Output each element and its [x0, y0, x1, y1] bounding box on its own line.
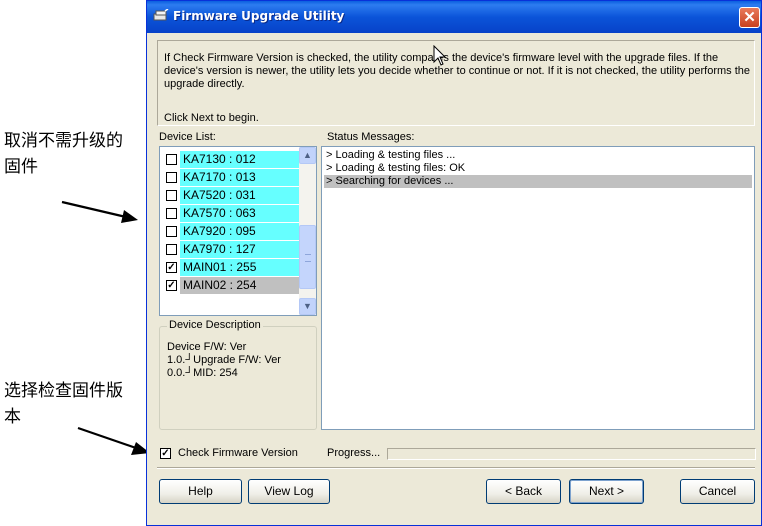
next-hint: Click Next to begin. — [164, 112, 259, 124]
annotation-check-version: 选择检查固件版本 — [4, 381, 123, 427]
device-list-scrollbar[interactable]: ▲ ▼ — [299, 147, 316, 315]
device-item-label: MAIN01 : 255 — [183, 260, 257, 274]
device-item-label: KA7970 : 127 — [183, 242, 256, 256]
scroll-down-button[interactable]: ▼ — [299, 298, 316, 315]
annotation-deselect-firmware: 取消不需升级的固件 — [4, 131, 123, 177]
status-line: > Loading & testing files: OK — [326, 162, 466, 174]
app-icon — [153, 9, 169, 21]
device-checkbox[interactable]: ✓ — [166, 262, 177, 273]
device-checkbox[interactable] — [166, 190, 177, 201]
scroll-grip-icon — [305, 254, 311, 262]
view-log-button[interactable]: View Log — [248, 479, 330, 504]
progress-label: Progress... — [327, 447, 381, 459]
device-checkbox[interactable] — [166, 154, 177, 165]
cancel-button[interactable]: Cancel — [680, 479, 755, 504]
window-title: Firmware Upgrade Utility — [173, 9, 345, 23]
arrow-to-device-list — [61, 200, 138, 223]
firmware-upgrade-dialog: Firmware Upgrade Utility ✕ If Check Firm… — [146, 0, 762, 526]
back-button[interactable]: < Back — [486, 479, 561, 504]
info-panel: If Check Firmware Version is checked, th… — [157, 40, 755, 126]
mouse-cursor-icon — [433, 45, 447, 66]
device-item-label: MAIN02 : 254 — [183, 278, 257, 292]
scroll-up-button[interactable]: ▲ — [299, 147, 316, 164]
device-item-label: KA7520 : 031 — [183, 188, 256, 202]
device-item-label: KA7130 : 012 — [183, 152, 256, 166]
device-list[interactable]: KA7130 : 012 KA7170 : 013 KA7520 : 031 KA75… — [159, 146, 317, 316]
device-description-legend: Device Description — [167, 319, 263, 331]
close-button[interactable]: ✕ — [739, 7, 760, 28]
device-item-label: KA7570 : 063 — [183, 206, 256, 220]
info-text: If Check Firmware Version is checked, th… — [164, 52, 751, 90]
device-description-text: Device F/W: Ver 1.0.┘Upgrade F/W: Ver 0.… — [167, 341, 281, 379]
device-list-label: Device List: — [159, 131, 216, 143]
title-bar[interactable]: Firmware Upgrade Utility ✕ — [147, 1, 761, 33]
scroll-thumb[interactable] — [299, 225, 316, 289]
progress-bar — [387, 448, 756, 460]
check-firmware-checkbox[interactable]: ✓ — [160, 448, 171, 459]
status-messages-label: Status Messages: — [327, 131, 415, 143]
device-item-label: KA7920 : 095 — [183, 224, 256, 238]
device-checkbox[interactable]: ✓ — [166, 280, 177, 291]
status-line: > Searching for devices ... — [324, 175, 752, 188]
device-checkbox[interactable] — [166, 172, 177, 183]
device-checkbox[interactable] — [166, 226, 177, 237]
footer-divider — [157, 467, 755, 469]
arrow-to-check-firmware — [77, 426, 150, 455]
status-line: > Loading & testing files ... — [326, 149, 456, 161]
next-button[interactable]: Next > — [569, 479, 644, 504]
check-firmware-label[interactable]: Check Firmware Version — [178, 447, 298, 459]
device-checkbox[interactable] — [166, 244, 177, 255]
device-checkbox[interactable] — [166, 208, 177, 219]
help-button[interactable]: Help — [159, 479, 242, 504]
device-item-label: KA7170 : 013 — [183, 170, 256, 184]
status-messages-box[interactable]: > Loading & testing files ... > Loading &… — [321, 146, 755, 430]
